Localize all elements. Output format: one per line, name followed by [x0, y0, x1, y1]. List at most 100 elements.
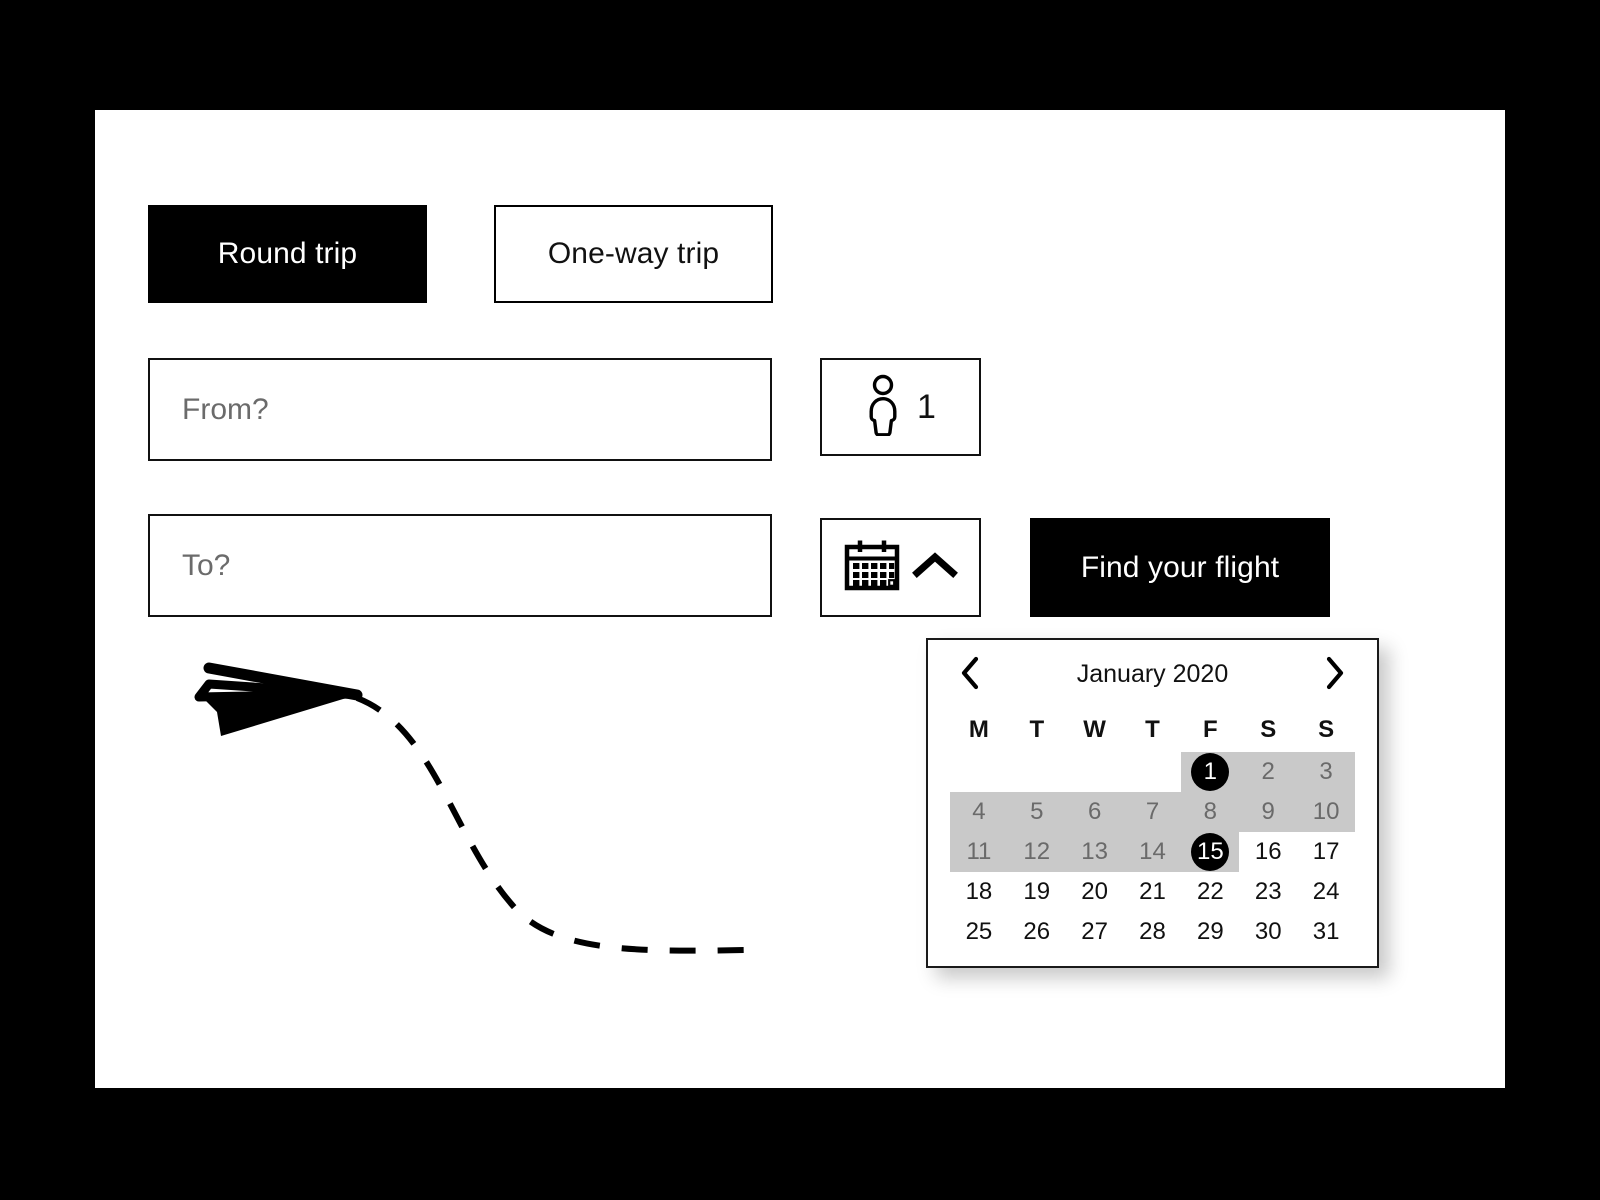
calendar-day-number: 31 — [1312, 918, 1340, 945]
calendar-day-number: 28 — [1139, 918, 1166, 945]
person-icon — [865, 374, 901, 441]
calendar-weekday-2: W — [1083, 716, 1106, 743]
origin-placeholder-text: From? — [182, 392, 269, 426]
calendar-day-number: 27 — [1081, 918, 1108, 945]
calendar-day-grid: 1 2 3 4 5 6 7 8 9 10 11 12 13 14 15 16 17 18 19 20 21 22 23 24 2… — [950, 752, 1355, 952]
origin-input[interactable]: From? — [148, 358, 772, 461]
calendar-day-empty — [1007, 752, 1066, 792]
calendar-day-empty — [950, 752, 1008, 792]
calendar-day-number: 6 — [1087, 798, 1102, 825]
trip-type-one-way-button[interactable]: One-way trip — [494, 205, 773, 303]
calendar-day-14[interactable]: 14 — [1123, 832, 1182, 872]
calendar-day-25[interactable]: 25 — [950, 912, 1008, 952]
calendar-day-19[interactable]: 19 — [1008, 872, 1066, 912]
calendar-day-1[interactable]: 1 — [1181, 752, 1240, 792]
trip-type-one-way-label: One-way trip — [547, 237, 720, 270]
calendar-day-11[interactable]: 11 — [950, 832, 1008, 872]
calendar-day-number: 8 — [1203, 798, 1218, 825]
calendar-day-8[interactable]: 8 — [1181, 792, 1240, 832]
calendar-day-20[interactable]: 20 — [1066, 872, 1124, 912]
calendar-day-24[interactable]: 24 — [1297, 872, 1355, 912]
calendar-day-empty — [1123, 752, 1182, 792]
calendar-day-21[interactable]: 21 — [1124, 872, 1182, 912]
calendar-icon — [844, 539, 900, 596]
calendar-day-30[interactable]: 30 — [1239, 912, 1297, 952]
trip-type-round-trip-label: Round trip — [217, 237, 358, 270]
calendar-day-29[interactable]: 29 — [1181, 912, 1239, 952]
calendar-day-7[interactable]: 7 — [1123, 792, 1182, 832]
calendar-day-number: 4 — [972, 798, 986, 825]
calendar-day-number: 3 — [1319, 758, 1333, 785]
calendar-day-2[interactable]: 2 — [1239, 752, 1298, 792]
calendar-day-number: 16 — [1254, 838, 1282, 865]
calendar-day-number: 21 — [1139, 878, 1166, 905]
calendar-weekday-6: S — [1318, 716, 1335, 743]
calendar-day-27[interactable]: 27 — [1066, 912, 1124, 952]
calendar-day-number: 10 — [1312, 798, 1340, 825]
trip-type-toggle-group: Round trip One-way trip — [148, 205, 773, 303]
calendar-day-number: 15 — [1197, 838, 1224, 865]
calendar-popup: January 2020 MTWTFSS 1 2 3 4 5 6 7 8 9 10 11 12 13 14… — [926, 638, 1379, 968]
calendar-day-17[interactable]: 17 — [1297, 832, 1355, 872]
calendar-day-number: 22 — [1197, 878, 1224, 905]
passenger-selector[interactable]: 1 — [820, 358, 981, 456]
calendar-day-5[interactable]: 5 — [1007, 792, 1066, 832]
calendar-day-9[interactable]: 9 — [1239, 792, 1298, 832]
date-picker-toggle[interactable] — [820, 518, 981, 617]
calendar-day-26[interactable]: 26 — [1008, 912, 1066, 952]
calendar-day-3[interactable]: 3 — [1297, 752, 1355, 792]
calendar-weekday-4: F — [1203, 716, 1218, 743]
calendar-day-number: 19 — [1023, 878, 1051, 905]
calendar-day-number: 17 — [1312, 838, 1340, 865]
calendar-day-15[interactable]: 15 — [1181, 832, 1240, 872]
calendar-day-4[interactable]: 4 — [950, 792, 1008, 832]
calendar-day-22[interactable]: 22 — [1181, 872, 1239, 912]
search-widget-canvas: Round trip One-way trip From? To? 1 Find… — [95, 110, 1505, 1088]
calendar-day-23[interactable]: 23 — [1239, 872, 1297, 912]
calendar-day-number: 11 — [966, 838, 992, 865]
calendar-weekday-header-row: MTWTFSS — [950, 708, 1355, 752]
passenger-count-value: 1 — [917, 387, 936, 426]
calendar-month-title: January 2020 — [1076, 659, 1229, 688]
calendar-day-10[interactable]: 10 — [1297, 792, 1355, 832]
calendar-header: January 2020 — [950, 640, 1355, 708]
calendar-day-number: 14 — [1139, 838, 1166, 865]
calendar-day-number: 24 — [1312, 878, 1340, 905]
calendar-day-number: 5 — [1030, 798, 1044, 825]
calendar-weekday-1: T — [1029, 716, 1045, 743]
paper-plane-illustration — [185, 640, 765, 960]
calendar-day-empty — [1065, 752, 1124, 792]
calendar-weekday-3: T — [1145, 716, 1160, 743]
calendar-day-18[interactable]: 18 — [950, 872, 1008, 912]
flight-search-screen: Round trip One-way trip From? To? 1 Find… — [0, 0, 1600, 1200]
chevron-left-icon — [959, 656, 981, 693]
chevron-right-icon — [1324, 656, 1346, 693]
calendar-day-number: 7 — [1145, 798, 1160, 825]
calendar-day-number: 9 — [1261, 798, 1275, 825]
calendar-day-number: 13 — [1081, 838, 1108, 865]
calendar-day-13[interactable]: 13 — [1065, 832, 1124, 872]
destination-placeholder-text: To? — [182, 548, 231, 582]
calendar-weekday-0: M — [968, 716, 989, 743]
calendar-day-number: 20 — [1081, 878, 1108, 905]
calendar-day-12[interactable]: 12 — [1007, 832, 1066, 872]
trip-type-round-trip-button[interactable]: Round trip — [148, 205, 427, 303]
calendar-day-31[interactable]: 31 — [1297, 912, 1355, 952]
chevron-up-icon — [911, 550, 958, 585]
calendar-day-number: 25 — [965, 918, 993, 945]
calendar-day-number: 29 — [1197, 918, 1224, 945]
calendar-day-16[interactable]: 16 — [1239, 832, 1298, 872]
calendar-prev-month-button[interactable] — [950, 654, 990, 694]
calendar-day-number: 30 — [1254, 918, 1282, 945]
destination-input[interactable]: To? — [148, 514, 772, 617]
calendar-day-28[interactable]: 28 — [1124, 912, 1182, 952]
find-flight-button[interactable]: Find your flight — [1030, 518, 1330, 617]
calendar-day-number: 23 — [1254, 878, 1282, 905]
calendar-day-number: 18 — [965, 878, 993, 905]
calendar-next-month-button[interactable] — [1315, 654, 1355, 694]
calendar-day-6[interactable]: 6 — [1065, 792, 1124, 832]
calendar-day-number: 1 — [1203, 758, 1218, 785]
calendar-day-number: 2 — [1261, 758, 1275, 785]
calendar-day-number: 26 — [1023, 918, 1051, 945]
calendar-weekday-5: S — [1260, 716, 1277, 743]
